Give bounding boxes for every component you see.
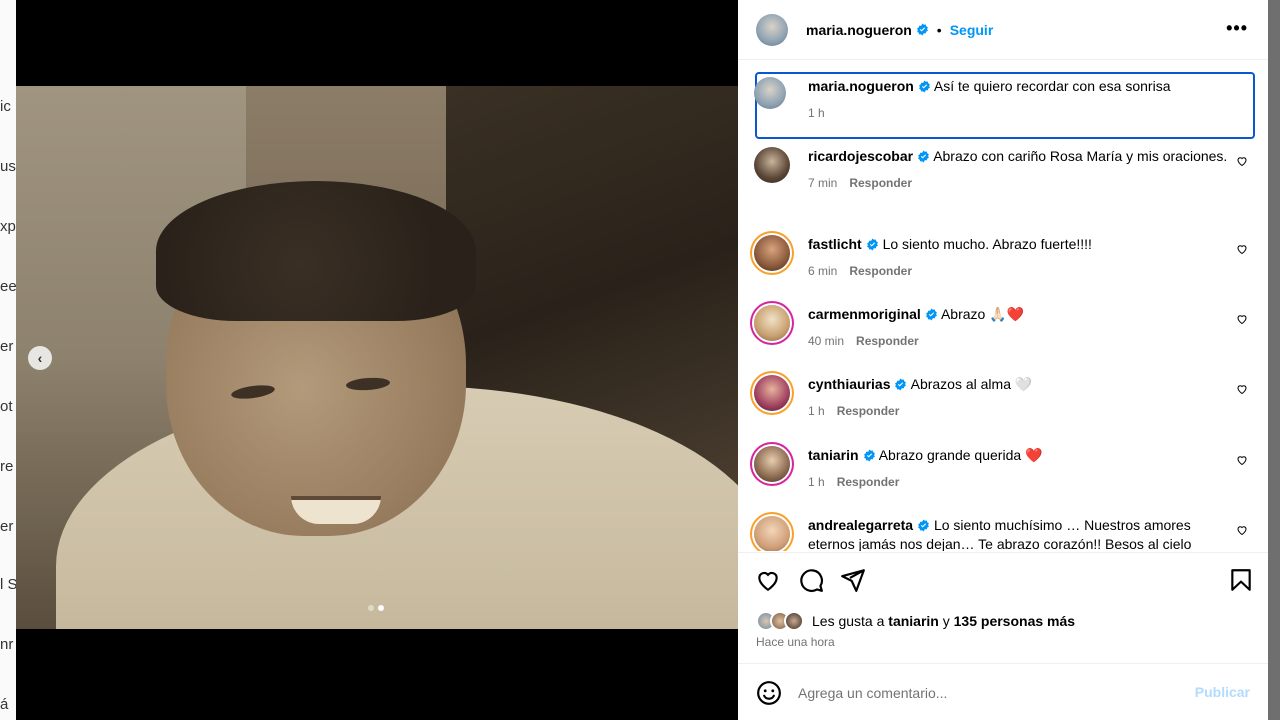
comment-username[interactable]: carmenmoriginal [808,306,921,322]
commenter-avatar[interactable] [754,147,790,183]
comments-list[interactable]: maria.nogueron Así te quiero recordar co… [738,61,1268,551]
comment-username[interactable]: fastlicht [808,236,862,252]
photo-mouth [291,496,381,524]
reply-button[interactable]: Responder [849,264,912,278]
comment-composer: Publicar [738,665,1268,720]
verified-icon [895,378,907,391]
comment-time: 40 min [808,334,845,348]
comment-time: 1 h [808,106,825,120]
bookmark-icon[interactable] [1228,567,1254,593]
post-actions: Les gusta a taniarin y 135 personas más … [738,552,1268,664]
follow-button[interactable]: Seguir [950,22,994,38]
heart-icon[interactable] [1236,383,1248,395]
background-text: ic [0,98,11,115]
commenter-avatar[interactable] [754,305,790,341]
liker-avatar [784,611,804,631]
background-text: nr [0,636,14,653]
likes-connector: y [942,613,950,629]
comment-text: Abrazo 🙏🏻❤️ [940,306,1025,322]
post-media: ‹ [16,0,738,720]
background-text: er [0,518,14,535]
photo-hair [156,181,476,321]
reply-button[interactable]: Responder [849,176,912,190]
comment-meta: 1 h [808,104,1228,123]
post-time: Hace una hora [756,635,835,649]
heart-icon[interactable] [1236,155,1248,167]
background-text: us [0,158,16,175]
heart-icon[interactable] [1236,524,1248,536]
overlay-gutter [1268,0,1280,720]
comment-meta: 1 h Responder [808,402,1228,421]
comment-username[interactable]: andrealegarreta [808,517,913,533]
commenter-avatar[interactable] [754,516,790,551]
share-icon[interactable] [840,567,866,593]
comment-input[interactable] [798,684,1178,701]
reply-button[interactable]: Responder [837,404,900,418]
comment-meta: 1 h Responder [808,473,1228,492]
chevron-left-icon[interactable]: ‹ [28,346,52,370]
reply-button[interactable]: Responder [837,475,900,489]
author-username[interactable]: maria.nogueron [806,22,912,38]
carousel-dot-active [378,605,384,611]
verified-icon [866,238,878,251]
verified-icon [863,449,875,462]
caption-text: Así te quiero recordar con esa sonrisa [933,78,1171,94]
publish-button[interactable]: Publicar [1195,684,1250,700]
heart-icon[interactable] [1236,313,1248,325]
carousel-dot [368,605,374,611]
background-text: á [0,696,9,713]
comment-time: 1 h [808,475,825,489]
heart-icon[interactable] [755,567,781,593]
likes-summary[interactable]: Les gusta a taniarin y 135 personas más [756,611,1075,631]
author-avatar[interactable] [754,77,786,109]
likes-prefix: Les gusta a [812,613,885,629]
comment-meta: 40 min Responder [808,332,1228,351]
heart-icon[interactable] [1236,454,1248,466]
header-separator: • [936,21,942,38]
background-text: er [0,338,14,355]
verified-icon [918,519,929,532]
verified-icon [918,80,930,93]
more-icon[interactable]: ••• [1226,18,1248,39]
author-avatar[interactable] [756,13,788,46]
commenter-avatar[interactable] [754,375,790,411]
commenter-avatar[interactable] [754,446,790,482]
likes-others[interactable]: 135 personas más [954,613,1075,629]
post-header: maria.nogueron • Seguir ••• [738,0,1268,60]
carousel-dots [368,605,384,611]
comment-time: 6 min [808,264,838,278]
heart-icon[interactable] [1236,243,1248,255]
comment-username[interactable]: ricardojescobar [808,148,913,164]
comment-time: 7 min [808,176,838,190]
comment-meta: 6 min Responder [808,262,1228,281]
verified-icon [916,23,928,36]
background-text: ee [0,278,16,295]
reply-button[interactable]: Responder [856,334,919,348]
comment-time: 1 h [808,404,825,418]
background-text: xp [0,218,16,235]
comment-text: Abrazo con cariño Rosa María y mis oraci… [933,148,1228,164]
verified-icon [918,150,929,163]
comment-meta: 7 min Responder [808,174,1228,193]
commenter-avatar[interactable] [754,235,790,271]
emoji-icon[interactable] [756,680,782,706]
verified-icon [925,308,937,321]
comment-text: Abrazos al alma 🤍 [910,376,1033,392]
comment-text: Abrazo grande querida ❤️ [878,447,1043,463]
comment-username[interactable]: maria.nogueron [808,78,914,94]
post-side-panel: maria.nogueron • Seguir ••• maria.noguer… [738,0,1268,720]
background-text: re [0,458,14,475]
comment-username[interactable]: taniarin [808,447,859,463]
likes-user[interactable]: taniarin [888,613,939,629]
post-photo[interactable] [16,86,738,629]
background-page: ic us xp ee er ot re er l S nr á [0,0,16,720]
background-text: l S [0,576,16,593]
comment-icon[interactable] [798,567,824,593]
background-text: ot [0,398,13,415]
comment-text: Lo siento mucho. Abrazo fuerte!!!! [882,236,1092,252]
comment-username[interactable]: cynthiaurias [808,376,890,392]
